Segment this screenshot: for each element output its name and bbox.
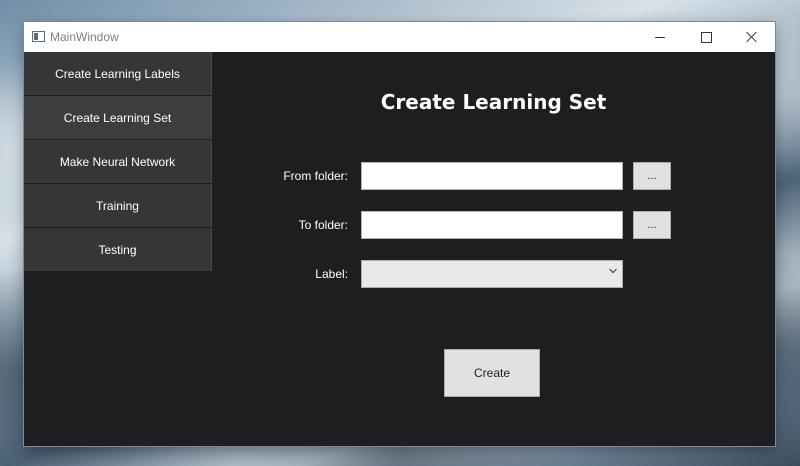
- maximize-icon: [700, 31, 712, 43]
- sidebar-item-make-neural-network[interactable]: Make Neural Network: [24, 140, 212, 183]
- close-icon: [746, 31, 758, 43]
- from-folder-label: From folder:: [283, 169, 348, 183]
- close-button[interactable]: [729, 22, 775, 52]
- create-button[interactable]: Create: [444, 349, 540, 397]
- sidebar-item-create-learning-set[interactable]: Create Learning Set: [24, 96, 212, 139]
- to-folder-browse-button[interactable]: ...: [633, 211, 671, 239]
- sidebar-item-testing[interactable]: Testing: [24, 228, 212, 271]
- label-select-label: Label:: [315, 267, 348, 281]
- app-window-icon: [32, 31, 45, 42]
- sidebar-item-create-learning-labels[interactable]: Create Learning Labels: [24, 52, 212, 95]
- minimize-button[interactable]: [637, 22, 683, 52]
- minimize-icon: [655, 36, 665, 38]
- page-title: Create Learning Set: [380, 90, 607, 114]
- chevron-down-icon: [609, 268, 617, 275]
- main-window: MainWindow Create Learning Labels Create…: [24, 22, 775, 446]
- sidebar-item-training[interactable]: Training: [24, 184, 212, 227]
- title-bar[interactable]: MainWindow: [24, 22, 775, 52]
- to-folder-label: To folder:: [298, 218, 348, 232]
- from-folder-input[interactable]: [361, 162, 623, 190]
- maximize-button[interactable]: [683, 22, 729, 52]
- sidebar: Create Learning Labels Create Learning S…: [24, 52, 212, 272]
- to-folder-input[interactable]: [361, 211, 623, 239]
- label-select[interactable]: [361, 260, 623, 288]
- from-folder-browse-button[interactable]: ...: [633, 162, 671, 190]
- client-area: Create Learning Labels Create Learning S…: [24, 52, 775, 446]
- window-title: MainWindow: [50, 30, 119, 44]
